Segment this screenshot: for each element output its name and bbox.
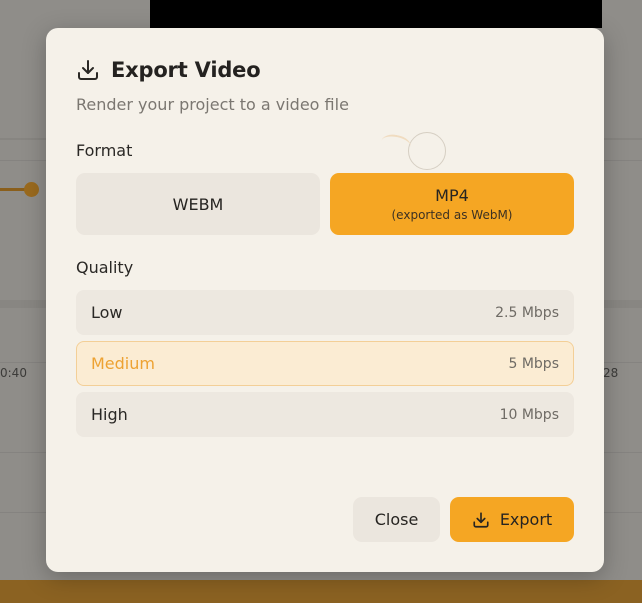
loading-spinner-icon — [408, 132, 446, 170]
quality-option-bitrate: 2.5 Mbps — [495, 304, 559, 321]
format-option-label: WEBM — [172, 194, 224, 214]
export-button-label: Export — [499, 510, 553, 529]
video-preview — [150, 0, 602, 28]
quality-option-high[interactable]: High 10 Mbps — [76, 392, 574, 437]
quality-option-medium[interactable]: Medium 5 Mbps — [76, 341, 574, 386]
dialog-title: Export Video — [111, 58, 261, 82]
quality-label: Quality — [76, 258, 134, 277]
quality-option-label: High — [91, 405, 128, 424]
playback-progress — [0, 188, 26, 191]
format-option-label: MP4 — [435, 186, 469, 205]
format-label: Format — [76, 141, 133, 160]
export-button[interactable]: Export — [450, 497, 574, 542]
quality-option-label: Low — [91, 303, 123, 322]
quality-option-label: Medium — [91, 354, 155, 373]
quality-option-bitrate: 10 Mbps — [499, 406, 559, 423]
timeline-clip-bar — [0, 580, 642, 603]
export-dialog: Export Video Render your project to a vi… — [46, 28, 604, 572]
format-option-webm[interactable]: WEBM — [76, 173, 320, 235]
timeline-time-label: 0:40 — [0, 366, 27, 380]
dialog-header: Export Video — [76, 58, 261, 82]
close-button[interactable]: Close — [353, 497, 440, 542]
download-icon — [473, 511, 489, 528]
quality-option-bitrate: 5 Mbps — [508, 355, 559, 372]
playhead-handle — [24, 182, 39, 197]
timeline-time-label: 28 — [603, 366, 619, 380]
dialog-subtitle: Render your project to a video file — [76, 95, 349, 114]
quality-option-low[interactable]: Low 2.5 Mbps — [76, 290, 574, 335]
format-option-mp4[interactable]: MP4 (exported as WebM) — [330, 173, 574, 235]
format-option-note: (exported as WebM) — [391, 208, 513, 222]
download-icon — [78, 60, 98, 80]
